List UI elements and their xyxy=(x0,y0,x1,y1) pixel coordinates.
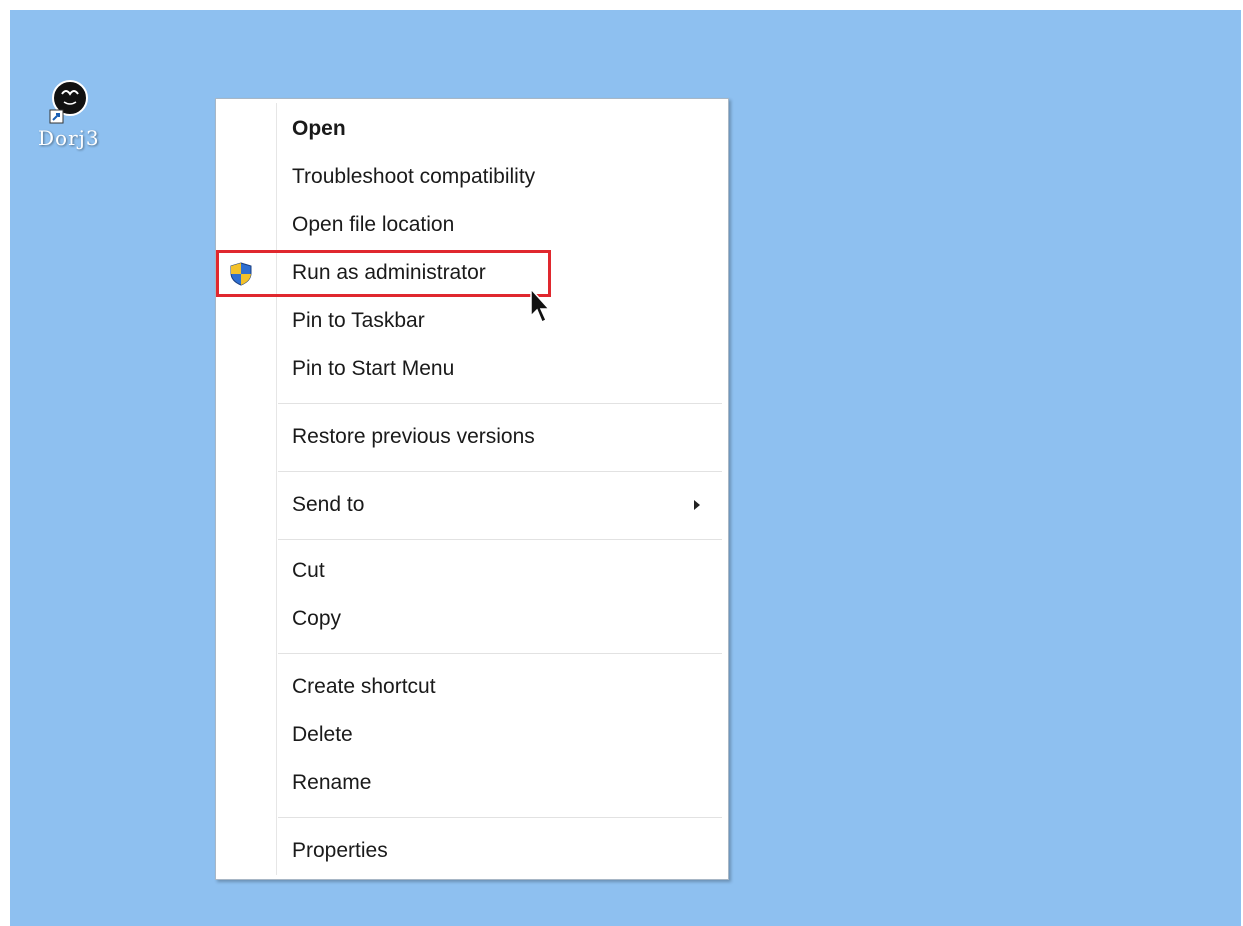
menu-separator xyxy=(278,653,722,654)
menu-separator xyxy=(278,539,722,540)
menu-item-label: Create shortcut xyxy=(292,675,436,698)
menu-item-cut[interactable]: Cut xyxy=(216,549,728,593)
context-menu: Open Troubleshoot compatibility Open fil… xyxy=(215,98,729,880)
menu-item-label: Rename xyxy=(292,771,372,794)
menu-item-label: Delete xyxy=(292,723,353,746)
menu-item-label: Open xyxy=(292,117,346,140)
menu-item-label: Run as administrator xyxy=(292,261,486,284)
menu-item-label: Send to xyxy=(292,493,365,516)
menu-item-label: Properties xyxy=(292,839,388,862)
menu-item-restore-previous-versions[interactable]: Restore previous versions xyxy=(216,415,728,459)
shortcut-label: Dorj3 xyxy=(38,126,100,150)
desktop-shortcut[interactable]: Dorj3 xyxy=(26,76,126,150)
menu-item-troubleshoot-compatibility[interactable]: Troubleshoot compatibility xyxy=(216,155,728,199)
menu-item-open-file-location[interactable]: Open file location xyxy=(216,203,728,247)
menu-item-send-to[interactable]: Send to xyxy=(216,483,728,527)
menu-item-label: Pin to Taskbar xyxy=(292,309,425,332)
menu-separator xyxy=(278,817,722,818)
menu-item-label: Restore previous versions xyxy=(292,425,535,448)
menu-item-label: Cut xyxy=(292,559,325,582)
menu-item-label: Pin to Start Menu xyxy=(292,357,455,380)
menu-item-pin-to-start-menu[interactable]: Pin to Start Menu xyxy=(216,347,728,391)
menu-item-pin-to-taskbar[interactable]: Pin to Taskbar xyxy=(216,299,728,343)
menu-item-label: Open file location xyxy=(292,213,455,236)
shortcut-app-icon xyxy=(48,76,88,126)
menu-separator xyxy=(278,471,722,472)
menu-item-rename[interactable]: Rename xyxy=(216,761,728,805)
menu-item-open[interactable]: Open xyxy=(216,107,728,151)
menu-item-copy[interactable]: Copy xyxy=(216,597,728,641)
uac-shield-icon xyxy=(230,262,252,286)
menu-item-create-shortcut[interactable]: Create shortcut xyxy=(216,665,728,709)
menu-item-run-as-administrator[interactable]: Run as administrator xyxy=(216,251,728,295)
mouse-pointer-icon xyxy=(530,287,552,328)
submenu-arrow-icon xyxy=(694,500,700,510)
menu-item-label: Troubleshoot compatibility xyxy=(292,165,536,188)
menu-separator xyxy=(278,403,722,404)
menu-item-properties[interactable]: Properties xyxy=(216,829,728,873)
menu-item-label: Copy xyxy=(292,607,342,630)
menu-item-delete[interactable]: Delete xyxy=(216,713,728,757)
